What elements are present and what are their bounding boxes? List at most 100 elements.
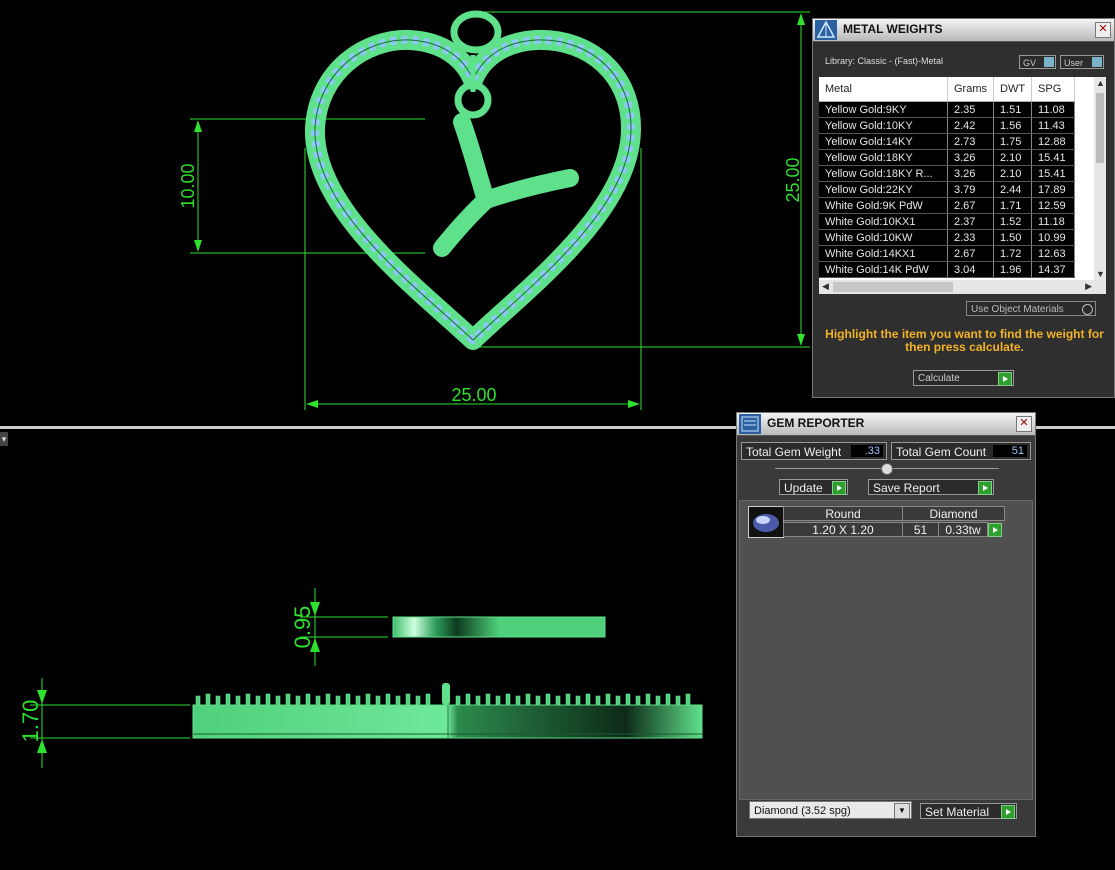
cell-spg: 11.43 [1031,117,1076,134]
use-object-materials-label: Use Object Materials [971,304,1064,315]
slider-knob[interactable] [881,463,893,475]
cell-grams: 3.26 [947,149,994,166]
gv-toggle[interactable]: GV [1019,55,1056,69]
table-row[interactable]: Yellow Gold:18KY R... 3.26 2.10 15.41 [819,165,1076,182]
material-select[interactable]: Diamond (3.52 spg) ▼ [749,801,912,819]
cell-dwt: 1.75 [993,133,1033,150]
metal-weights-titlebar[interactable]: METAL WEIGHTS ✕ [813,19,1114,42]
cell-metal: Yellow Gold:10KY [819,117,948,134]
cell-metal: White Gold:9K PdW [819,197,948,214]
cell-dwt: 2.44 [993,181,1033,198]
cell-dwt: 2.10 [993,149,1033,166]
gem-type: Diamond [902,506,1005,521]
dimension-lines [190,11,810,410]
table-row[interactable]: White Gold:9K PdW 2.67 1.71 12.59 [819,197,1076,214]
cell-grams: 2.73 [947,133,994,150]
charm-plate-side [392,616,606,638]
cell-dwt: 1.72 [993,245,1033,262]
diamond-thumbnail-icon[interactable] [748,506,784,538]
table-row[interactable]: Yellow Gold:22KY 3.79 2.44 17.89 [819,181,1076,198]
col-dwt[interactable]: DWT [993,77,1033,102]
gem-reporter-titlebar[interactable]: GEM REPORTER ✕ [737,413,1035,436]
close-icon[interactable]: ✕ [1095,22,1111,38]
table-horizontal-scrollbar[interactable]: ◀ ▶ [819,280,1106,294]
calculate-go-icon [998,372,1012,386]
cell-grams: 2.67 [947,197,994,214]
cell-spg: 17.89 [1031,181,1076,198]
cell-spg: 14.37 [1031,261,1076,278]
cell-grams: 2.33 [947,229,994,246]
gem-reporter-title: GEM REPORTER [767,416,865,430]
update-go-icon [832,481,846,495]
library-label: Library: Classic - (Fast)-Metal [825,56,944,66]
total-gem-count-value: 51 [993,445,1027,457]
cell-metal: White Gold:10KX1 [819,213,948,230]
cell-grams: 2.67 [947,245,994,262]
user-label: User [1064,58,1084,68]
dim-plate-label: 0.95 [290,606,315,649]
cell-dwt: 1.71 [993,197,1033,214]
table-vertical-scrollbar[interactable]: ▲ ▼ [1094,77,1106,280]
gem-list[interactable]: Round Diamond 1.20 X 1.20 51 0.33tw [739,500,1033,800]
material-select-value: Diamond (3.52 spg) [754,805,851,817]
save-report-label: Save Report [873,481,940,495]
col-grams[interactable]: Grams [947,77,994,102]
table-row[interactable]: Yellow Gold:9KY 2.35 1.51 11.08 [819,101,1076,118]
cell-grams: 3.04 [947,261,994,278]
col-metal[interactable]: Metal [819,77,948,102]
table-row[interactable]: White Gold:10KW 2.33 1.50 10.99 [819,229,1076,246]
update-button[interactable]: Update [779,479,848,495]
cell-spg: 12.59 [1031,197,1076,214]
cell-metal: Yellow Gold:9KY [819,101,948,118]
gem-shape: Round [783,506,903,521]
cell-spg: 12.63 [1031,245,1076,262]
cell-spg: 11.08 [1031,101,1076,118]
cell-spg: 15.41 [1031,165,1076,182]
cell-dwt: 1.96 [993,261,1033,278]
total-gem-count-field: Total Gem Count 51 [891,442,1031,460]
set-material-button[interactable]: Set Material [920,803,1017,819]
total-gem-weight-field: Total Gem Weight .33 [741,442,887,460]
metal-weights-title: METAL WEIGHTS [843,22,943,36]
cell-metal: White Gold:14K PdW [819,261,948,278]
dimension-arrows [194,13,805,408]
help-text: Highlight the item you want to find the … [825,327,1104,354]
cell-dwt: 1.51 [993,101,1033,118]
close-icon[interactable]: ✕ [1016,416,1032,432]
table-row[interactable]: Yellow Gold:14KY 2.73 1.75 12.88 [819,133,1076,150]
set-material-label: Set Material [925,805,990,819]
calculate-button[interactable]: Calculate [913,370,1014,386]
table-row[interactable]: Yellow Gold:10KY 2.42 1.56 11.43 [819,117,1076,134]
cell-metal: Yellow Gold:22KY [819,181,948,198]
gem-row-go-button[interactable] [988,522,1004,537]
dim-side-label: 1.70 [18,700,43,743]
cell-grams: 2.42 [947,117,994,134]
save-report-button[interactable]: Save Report [868,479,994,495]
cell-metal: Yellow Gold:18KY [819,149,948,166]
dim-height-label: 25.00 [783,157,803,202]
cell-metal: Yellow Gold:18KY R... [819,165,948,182]
user-toggle[interactable]: User [1060,55,1104,69]
cell-metal: White Gold:10KW [819,229,948,246]
table-row[interactable]: White Gold:14KX1 2.67 1.72 12.63 [819,245,1076,262]
cell-dwt: 1.50 [993,229,1033,246]
cell-metal: White Gold:14KX1 [819,245,948,262]
gem-reporter-icon [739,414,761,434]
gem-weight: 0.33tw [938,522,988,537]
table-row[interactable]: Yellow Gold:18KY 3.26 2.10 15.41 [819,149,1076,166]
update-label: Update [784,481,823,495]
use-object-materials-toggle[interactable]: Use Object Materials [966,301,1096,316]
metal-weights-icon [815,20,837,40]
gem-row-go-icon [988,523,1002,537]
col-spg[interactable]: SPG [1031,77,1076,102]
gem-slider[interactable] [775,463,999,475]
metal-table[interactable]: Metal Grams DWT SPG Yellow Gold:9KY 2.35 1… [819,77,1106,294]
table-row[interactable]: White Gold:10KX1 2.37 1.52 11.18 [819,213,1076,230]
set-material-go-icon [1001,805,1015,819]
metal-weights-panel: METAL WEIGHTS ✕ Library: Classic - (Fast… [812,18,1115,398]
cell-spg: 10.99 [1031,229,1076,246]
table-row[interactable]: White Gold:14K PdW 3.04 1.96 14.37 [819,261,1076,278]
cell-metal: Yellow Gold:14KY [819,133,948,150]
side-bail [442,683,450,705]
side-dimension-lines [30,588,388,768]
